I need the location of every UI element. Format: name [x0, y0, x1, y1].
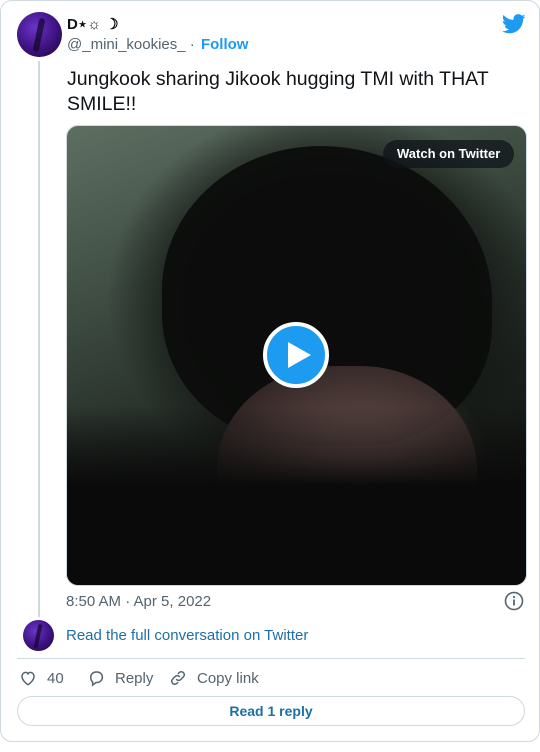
like-count: 40	[47, 669, 64, 687]
read-full-conversation-link[interactable]: Read the full conversation on Twitter	[66, 627, 308, 644]
handle-row: @_mini_kookies_ · Follow	[67, 36, 248, 53]
handle[interactable]: @_mini_kookies_	[67, 36, 186, 53]
info-icon[interactable]	[504, 591, 524, 611]
copy-link-button[interactable]: Copy link	[169, 667, 259, 689]
timestamp[interactable]: 8:50 AM · Apr 5, 2022	[66, 593, 211, 610]
thread-line	[38, 61, 40, 617]
read-replies-button[interactable]: Read 1 reply	[17, 696, 525, 726]
follow-link[interactable]: Follow	[201, 36, 249, 53]
reply-button[interactable]: Reply	[87, 667, 153, 689]
twitter-bird-icon[interactable]	[502, 13, 526, 35]
thumbnail-shape	[67, 406, 526, 585]
reply-label: Reply	[115, 669, 154, 687]
tweet-embed-card: D⋆☼ ☽ @_mini_kookies_ · Follow Jungkook …	[0, 0, 540, 742]
display-name[interactable]: D⋆☼ ☽	[67, 15, 119, 33]
tweet-text: Jungkook sharing Jikook hugging TMI with…	[67, 68, 489, 115]
avatar-small[interactable]	[23, 620, 54, 651]
heart-icon	[21, 671, 35, 686]
reply-icon	[89, 671, 104, 687]
play-button[interactable]	[263, 322, 329, 388]
link-icon	[170, 670, 186, 686]
divider	[17, 658, 525, 659]
play-icon	[288, 342, 311, 368]
separator: ·	[189, 36, 195, 53]
avatar[interactable]	[17, 12, 62, 57]
copy-link-label: Copy link	[197, 669, 259, 687]
watch-on-twitter-button[interactable]: Watch on Twitter	[383, 140, 515, 168]
like-button[interactable]: 40	[19, 667, 64, 689]
